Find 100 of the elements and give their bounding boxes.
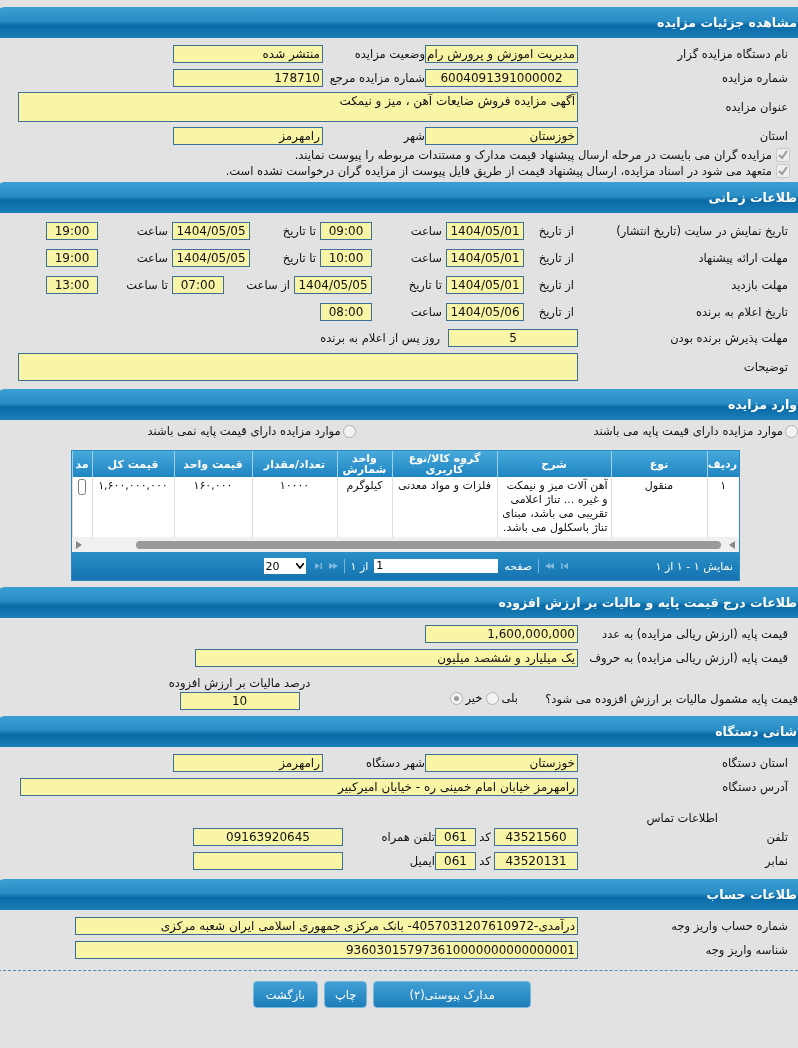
field-label: از تاریخ	[537, 277, 575, 292]
value-field[interactable]: 10	[179, 692, 300, 710]
radio-label: موارد مزایده دارای قیمت پایه نمی باشند	[147, 424, 341, 438]
value-field[interactable]: 1404/05/05	[172, 221, 250, 240]
value-field[interactable]: منتشر شده	[173, 45, 323, 63]
field-label: قیمت پایه مشمول مالیات بر ارزش افزوده می شود؟	[544, 692, 798, 709]
field-label: تلفن همراه	[380, 830, 435, 844]
scroll-right-icon[interactable]	[729, 540, 735, 549]
value-field[interactable]: 08:00	[320, 302, 372, 321]
field-label: درصد مالیات بر ارزش افزوده	[168, 676, 311, 690]
field-label: استان دستگاه	[721, 756, 789, 770]
column-header: قیمت واحد	[174, 451, 252, 477]
field-label: شماره مزایده مرجع	[328, 71, 425, 85]
field-label: تا ساعت	[125, 277, 169, 292]
value-field[interactable]	[18, 353, 578, 381]
column-header: مد	[72, 451, 92, 477]
value-field[interactable]: رامهرمز خیابان امام خمینی ره - خیابان امیرکبیر	[20, 778, 578, 796]
value-field[interactable]: 1,600,000,000	[425, 625, 578, 643]
value-field[interactable]: 178710	[173, 69, 323, 87]
field-label: ساعت	[409, 223, 443, 238]
previous-page-icon[interactable]	[545, 562, 556, 570]
value-field[interactable]: آگهی مزایده فروش ضایعات آهن ، میز و نیمکت	[18, 92, 578, 122]
radio-button[interactable]	[450, 691, 464, 705]
value-field[interactable]: 13:00	[46, 275, 98, 294]
value-field[interactable]: یک میلیارد و ششصد میلیون	[195, 649, 578, 667]
field-label: ایمیل	[408, 854, 435, 868]
scroll-left-icon[interactable]	[75, 540, 82, 549]
value-field[interactable]: 061	[435, 852, 476, 870]
notice-text: مزایده گران می بایست در مرحله ارسال پیشنهاد قیمت مدارک و مستندات مربوطه را پیوست نمایند.	[294, 148, 772, 162]
caret-icon	[295, 563, 304, 569]
column-header: تعداد/مقدار	[252, 451, 337, 477]
field-label: تا تاریخ	[281, 223, 317, 238]
value-field[interactable]: 6004091391000002	[425, 69, 578, 87]
checkbox[interactable]	[776, 164, 790, 178]
page-size-select[interactable]: 20	[263, 558, 306, 574]
column-header: واحد شمارش	[337, 451, 392, 477]
field-label: شماره مزایده	[721, 71, 789, 85]
value-field[interactable]: 1404/05/05	[294, 275, 372, 294]
value-field[interactable]: 1404/05/01	[446, 275, 524, 294]
value-field[interactable]: 10:00	[320, 248, 372, 267]
action-button[interactable]: مدارک پیوستی(۲)	[373, 981, 531, 1008]
action-button[interactable]: بازگشت	[252, 981, 318, 1008]
value-field[interactable]: 09163920645	[193, 828, 343, 846]
value-field[interactable]: 19:00	[46, 221, 98, 240]
column-header: قیمت کل	[92, 451, 174, 477]
value-field[interactable]: 07:00	[172, 275, 224, 294]
value-field[interactable]: 061	[435, 828, 476, 846]
checkbox[interactable]	[776, 148, 790, 162]
value-field[interactable]: مدیریت اموزش و پرورش رام	[425, 45, 578, 63]
value-field[interactable]: 09:00	[320, 221, 372, 240]
field-label: ساعت	[409, 250, 443, 265]
page-field[interactable]: 1	[374, 559, 499, 573]
action-button[interactable]: چاپ	[324, 981, 368, 1008]
value-field[interactable]: رامهرمز	[173, 127, 323, 145]
field-label: عنوان مزایده	[724, 100, 789, 114]
field-label: کد	[478, 854, 492, 868]
column-header: شرح	[497, 451, 611, 477]
field-label: ساعت	[135, 223, 169, 238]
section-header: مشاهده جزئیات مزایده	[0, 7, 798, 38]
field-label: استان	[758, 129, 789, 143]
value-field[interactable]	[193, 852, 343, 870]
radio-button[interactable]	[342, 424, 356, 438]
field-label: شناسه واریز وجه	[704, 943, 789, 957]
radio-button[interactable]	[486, 691, 500, 705]
column-header: ردیف	[707, 451, 739, 477]
row-button-icon[interactable]	[78, 479, 86, 495]
field-label: تا تاریخ	[407, 277, 443, 292]
value-field[interactable]: رامهرمز	[173, 754, 323, 772]
radio-button[interactable]	[785, 424, 798, 438]
section-header: وارد مزایده	[0, 389, 798, 420]
field-label: تلفن	[765, 830, 789, 844]
value-field[interactable]: 1404/05/01	[446, 248, 524, 267]
column-header: نوع	[611, 451, 707, 477]
value-field[interactable]: 1404/05/01	[446, 221, 524, 240]
field-label: از ساعت	[245, 277, 291, 292]
value-field[interactable]: درآمدی-4057031207610972- بانک مرکزی جمهوری اسلامی ایران شعبه مرکزی	[75, 917, 578, 935]
field-label: وضعیت مزایده	[353, 47, 425, 61]
field-label: شماره حساب واریز وجه	[670, 919, 789, 933]
value-field[interactable]: 936030157973610000000000000001	[75, 941, 578, 959]
field-label: ساعت	[409, 304, 443, 319]
pager-label: از ۱	[350, 559, 369, 573]
field-label: توضیحات	[742, 360, 789, 374]
value-field[interactable]: 1404/05/06	[446, 302, 524, 321]
field-label: از تاریخ	[537, 304, 575, 319]
field-label: قیمت پایه (ارزش ریالی مزایده) به حروف	[588, 651, 789, 665]
value-field[interactable]: خوزستان	[425, 754, 578, 772]
value-field[interactable]: 43521560	[494, 828, 578, 846]
field-label: مهلت بازدید	[730, 277, 789, 292]
field-label: شهر	[402, 129, 425, 143]
value-field[interactable]: 19:00	[46, 248, 98, 267]
value-field[interactable]: خوزستان	[425, 127, 578, 145]
section-header: طلاعات زمانی	[0, 182, 798, 213]
value-field[interactable]: 1404/05/05	[172, 248, 250, 267]
value-field[interactable]: 5	[448, 329, 578, 347]
next-page-icon[interactable]	[327, 562, 338, 570]
value-field[interactable]: 43520131	[494, 852, 578, 870]
notice-text: متعهد می شود در اسناد مزایده، ارسال پیشنهاد قیمت از طریق فایل پیوست از مزایده گران درخواست نشده است.	[225, 164, 772, 178]
field-label: نام دستگاه مزایده گزار	[676, 47, 789, 61]
scrollbar-thumb[interactable]	[135, 540, 721, 549]
field-label: تاریخ نمایش در سایت (تاریخ انتشار)	[615, 223, 789, 238]
